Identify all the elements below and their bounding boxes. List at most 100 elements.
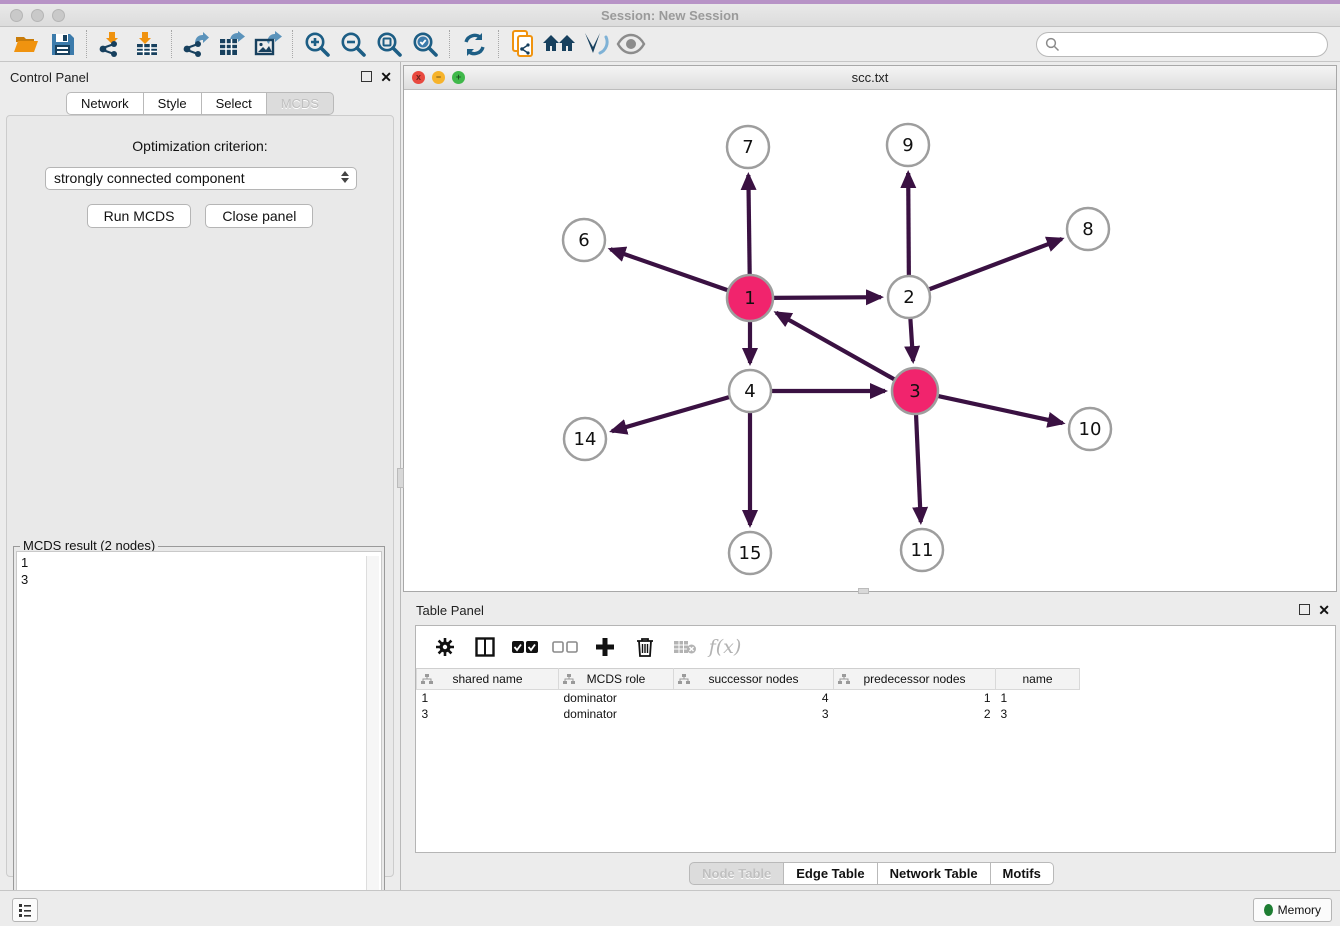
import-network-button[interactable] xyxy=(93,29,129,59)
titlebar-accent xyxy=(0,0,1340,4)
show-hide-button[interactable] xyxy=(613,29,649,59)
home-icon xyxy=(543,32,575,56)
column-type-icon xyxy=(421,674,433,685)
cell-mcds-role[interactable]: dominator xyxy=(559,690,674,706)
float-panel-icon[interactable] xyxy=(361,71,372,82)
search-input[interactable] xyxy=(1060,35,1327,55)
tab-select[interactable]: Select xyxy=(202,92,267,115)
home-button[interactable] xyxy=(541,29,577,59)
tab-edge-table[interactable]: Edge Table xyxy=(784,862,877,885)
column-header-shared-name[interactable]: shared name xyxy=(417,669,559,690)
zoom-out-icon xyxy=(340,31,367,58)
graph-edge-3-1[interactable] xyxy=(776,313,896,380)
memory-label: Memory xyxy=(1278,903,1321,917)
graph-node-label: 15 xyxy=(739,543,762,564)
cell-name[interactable]: 1 xyxy=(996,690,1080,706)
cell-predecessor-nodes[interactable]: 1 xyxy=(834,690,996,706)
tab-node-table[interactable]: Node Table xyxy=(689,862,784,885)
graph-node-label: 14 xyxy=(574,429,597,450)
table-settings-button[interactable] xyxy=(432,634,458,660)
tab-network-table[interactable]: Network Table xyxy=(878,862,991,885)
checked-boxes-icon xyxy=(512,640,538,654)
search-box[interactable] xyxy=(1036,32,1328,57)
table-toolbar: f(x) xyxy=(416,626,1335,668)
export-network-button[interactable] xyxy=(178,29,214,59)
export-table-button[interactable] xyxy=(214,29,250,59)
columns-icon xyxy=(475,637,495,657)
cell-name[interactable]: 3 xyxy=(996,706,1080,722)
refresh-button[interactable] xyxy=(456,29,492,59)
cell-shared-name[interactable]: 1 xyxy=(417,690,559,706)
graph-node-label: 9 xyxy=(902,135,913,156)
toggle-columns-button[interactable] xyxy=(472,634,498,660)
eye-icon xyxy=(616,33,646,55)
graph-edge-1-7[interactable] xyxy=(748,175,749,276)
graph-edge-3-11[interactable] xyxy=(916,413,921,522)
tab-motifs[interactable]: Motifs xyxy=(991,862,1054,885)
network-graph-canvas[interactable]: 7968124314101511 xyxy=(404,90,1336,591)
graph-edge-2-3[interactable] xyxy=(910,317,913,361)
save-icon xyxy=(51,33,74,56)
clone-network-button[interactable] xyxy=(505,29,541,59)
graph-edge-2-9[interactable] xyxy=(908,173,909,277)
column-header-successor-nodes[interactable]: successor nodes xyxy=(674,669,834,690)
deselect-all-button[interactable] xyxy=(552,634,578,660)
column-header-predecessor-nodes[interactable]: predecessor nodes xyxy=(834,669,996,690)
add-column-button[interactable] xyxy=(592,634,618,660)
table-header-row[interactable]: shared name MCDS role successor nodes pr… xyxy=(417,669,1080,690)
zoom-in-button[interactable] xyxy=(299,29,335,59)
graph-edge-1-6[interactable] xyxy=(610,249,729,291)
control-panel: Control Panel ✕ Network Style Select MCD… xyxy=(0,62,401,890)
zoom-selected-button[interactable] xyxy=(407,29,443,59)
cell-shared-name[interactable]: 3 xyxy=(417,706,559,722)
close-panel-icon[interactable]: ✕ xyxy=(380,69,392,86)
table-row[interactable]: 3 dominator 3 2 3 xyxy=(417,706,1080,722)
save-session-button[interactable] xyxy=(44,29,80,59)
delete-column-button[interactable] xyxy=(632,634,658,660)
status-bar: Memory xyxy=(0,890,1340,926)
result-scrollbar[interactable] xyxy=(366,556,379,918)
zoom-selected-icon xyxy=(412,31,439,58)
trash-icon xyxy=(636,637,654,657)
cell-successor-nodes[interactable]: 4 xyxy=(674,690,834,706)
close-table-panel-icon[interactable]: ✕ xyxy=(1318,602,1330,619)
table-row[interactable]: 1 dominator 4 1 1 xyxy=(417,690,1080,706)
graph-edge-4-14[interactable] xyxy=(612,397,731,432)
graph-edges xyxy=(610,173,1062,525)
cell-mcds-role[interactable]: dominator xyxy=(559,706,674,722)
node-table[interactable]: shared name MCDS role successor nodes pr… xyxy=(416,668,1080,722)
export-image-button[interactable] xyxy=(250,29,286,59)
zoom-out-button[interactable] xyxy=(335,29,371,59)
task-history-button[interactable] xyxy=(12,898,38,922)
column-header-name[interactable]: name xyxy=(996,669,1080,690)
window-title: Session: New Session xyxy=(0,8,1340,23)
close-panel-button[interactable]: Close panel xyxy=(205,204,313,228)
tab-style[interactable]: Style xyxy=(144,92,202,115)
cell-predecessor-nodes[interactable]: 2 xyxy=(834,706,996,722)
toolbar-separator xyxy=(86,30,87,58)
open-session-button[interactable] xyxy=(8,29,44,59)
graph-edge-1-2[interactable] xyxy=(772,297,881,298)
network-window-titlebar[interactable]: x − + scc.txt xyxy=(404,66,1336,90)
apply-style-button[interactable] xyxy=(577,29,613,59)
column-header-mcds-role[interactable]: MCDS role xyxy=(559,669,674,690)
import-table-button[interactable] xyxy=(129,29,165,59)
zoom-fit-button[interactable] xyxy=(371,29,407,59)
tab-mcds[interactable]: MCDS xyxy=(267,92,334,115)
graph-edge-3-10[interactable] xyxy=(936,396,1062,423)
vertical-splitter-grip[interactable] xyxy=(397,468,404,488)
main-titlebar: Session: New Session xyxy=(0,0,1340,27)
function-builder-button[interactable]: f(x) xyxy=(712,634,738,660)
float-table-panel-icon[interactable] xyxy=(1299,604,1310,615)
memory-button[interactable]: Memory xyxy=(1253,898,1332,922)
mcds-result-text[interactable]: 1 3 xyxy=(16,551,382,921)
cell-successor-nodes[interactable]: 3 xyxy=(674,706,834,722)
optimization-criterion-select[interactable]: strongly connected component xyxy=(45,167,357,190)
tab-network[interactable]: Network xyxy=(66,92,144,115)
horizontal-splitter-grip[interactable] xyxy=(858,588,869,594)
delete-table-button[interactable] xyxy=(672,634,698,660)
result-line: 3 xyxy=(21,571,377,588)
select-all-button[interactable] xyxy=(512,634,538,660)
run-mcds-button[interactable]: Run MCDS xyxy=(87,204,192,228)
graph-edge-2-8[interactable] xyxy=(928,239,1062,290)
